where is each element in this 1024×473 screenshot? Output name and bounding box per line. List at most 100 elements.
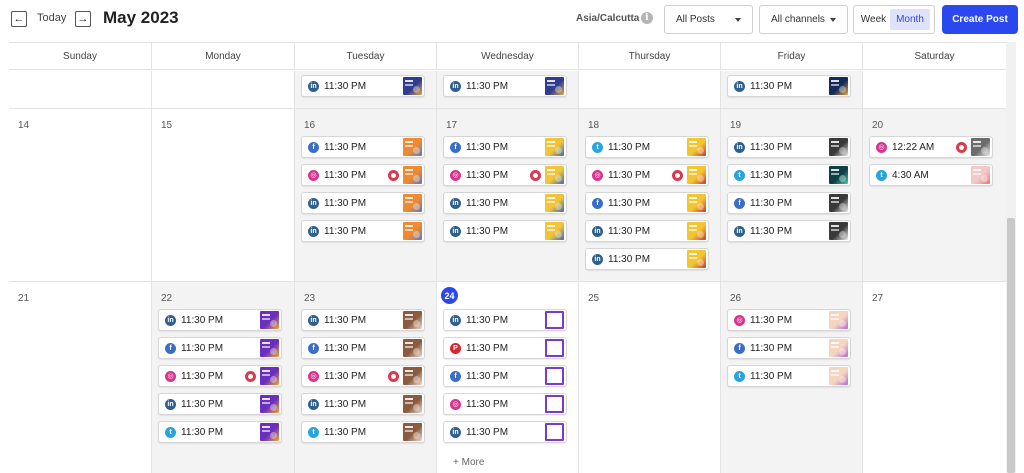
post-time: 11:30 PM <box>466 427 509 438</box>
scheduled-post-card[interactable]: f 11:30 PM <box>585 192 709 214</box>
channels-filter-select[interactable]: All channels <box>759 5 848 34</box>
post-thumbnail-image <box>829 311 848 329</box>
more-posts-link[interactable]: + More <box>453 457 484 468</box>
day-number: 25 <box>588 293 600 304</box>
day-cell[interactable]: in 11:30 PM <box>294 71 436 108</box>
day-cell[interactable] <box>151 71 294 108</box>
week-view-button[interactable]: Week <box>857 9 890 30</box>
create-post-button[interactable]: Create Post <box>942 5 1018 34</box>
post-time: 11:30 PM <box>608 170 651 181</box>
scheduled-post-card[interactable]: ◎ 12:22 AM <box>869 136 993 158</box>
vertical-scrollbar[interactable] <box>1006 42 1016 473</box>
scheduled-post-card[interactable]: t 4:30 AM <box>869 164 993 186</box>
scheduled-post-card[interactable]: ◎ 11:30 PM <box>443 164 567 186</box>
scheduled-post-card[interactable]: f 11:30 PM <box>158 337 282 359</box>
scheduled-post-card[interactable]: in 11:30 PM <box>443 309 567 331</box>
post-time: 11:30 PM <box>466 226 509 237</box>
scrollbar-thumb[interactable] <box>1007 218 1015 473</box>
scheduled-post-card[interactable]: in 11:30 PM <box>443 192 567 214</box>
month-view-button[interactable]: Month <box>890 9 930 30</box>
scheduled-post-card[interactable]: in 11:30 PM <box>727 136 851 158</box>
prev-month-button[interactable]: ← <box>11 11 27 27</box>
info-icon[interactable]: i <box>641 12 653 24</box>
scheduled-post-card[interactable]: ◎ 11:30 PM <box>443 393 567 415</box>
post-thumbnail-image <box>971 138 990 156</box>
scheduled-post-card[interactable]: in 11:30 PM <box>158 393 282 415</box>
scheduled-post-card[interactable]: t 11:30 PM <box>158 421 282 443</box>
scheduled-post-card[interactable]: f 11:30 PM <box>443 136 567 158</box>
posts-filter-select[interactable]: All Posts <box>664 5 753 34</box>
day-cell[interactable]: 14 <box>9 109 151 281</box>
pinterest-icon: P <box>450 343 461 354</box>
post-thumbnail-image <box>829 166 848 184</box>
day-cell[interactable]: 23 in 11:30 PM f 11:30 PM ◎ 11:30 PM in 11:30 PM… <box>294 282 436 473</box>
twitter-icon: t <box>734 170 745 181</box>
day-cell[interactable]: 20 ◎ 12:22 AM t 4:30 AM <box>862 109 1006 281</box>
scheduled-post-card[interactable]: ◎ 11:30 PM <box>585 164 709 186</box>
post-time: 11:30 PM <box>324 427 367 438</box>
scheduled-post-card[interactable]: in 11:30 PM <box>301 75 425 97</box>
scheduled-post-card[interactable]: in 11:30 PM <box>301 393 425 415</box>
day-cell[interactable]: 22 in 11:30 PM f 11:30 PM ◎ 11:30 PM in 11:30 PM… <box>151 282 294 473</box>
scheduled-post-card[interactable]: f 11:30 PM <box>443 365 567 387</box>
today-button[interactable]: Today <box>37 12 66 24</box>
scheduled-post-card[interactable]: in 11:30 PM <box>585 220 709 242</box>
day-cell[interactable]: in 11:30 PM <box>436 71 578 108</box>
day-cell[interactable] <box>862 71 1006 108</box>
post-time: 11:30 PM <box>466 198 509 209</box>
post-thumbnail-image <box>545 423 564 441</box>
scheduled-post-card[interactable]: t 11:30 PM <box>585 136 709 158</box>
post-time: 11:30 PM <box>750 81 793 92</box>
week-row: 14 15 16 f 11:30 PM ◎ 11:30 PM in 11:30 PM in 11:3… <box>9 109 1006 282</box>
scheduled-post-card[interactable]: in 11:30 PM <box>301 220 425 242</box>
twitter-icon: t <box>734 371 745 382</box>
post-time: 11:30 PM <box>466 81 509 92</box>
day-cell[interactable]: 25 <box>578 282 720 473</box>
scheduled-post-card[interactable]: f 11:30 PM <box>727 337 851 359</box>
day-cell[interactable]: 27 <box>862 282 1006 473</box>
scheduled-post-card[interactable]: in 11:30 PM <box>301 192 425 214</box>
scheduled-post-card[interactable]: t 11:30 PM <box>301 421 425 443</box>
day-number: 21 <box>18 293 30 304</box>
scheduled-post-card[interactable]: in 11:30 PM <box>443 75 567 97</box>
scheduled-post-card[interactable]: in 11:30 PM <box>443 220 567 242</box>
day-cell[interactable]: 16 f 11:30 PM ◎ 11:30 PM in 11:30 PM in 11:30 PM <box>294 109 436 281</box>
scheduled-post-card[interactable]: ◎ 11:30 PM <box>301 365 425 387</box>
day-cell[interactable]: 15 <box>151 109 294 281</box>
day-number: 22 <box>161 293 173 304</box>
day-cell[interactable]: 26 ◎ 11:30 PM f 11:30 PM t 11:30 PM <box>720 282 862 473</box>
day-cell[interactable]: 18 t 11:30 PM ◎ 11:30 PM f 11:30 PM in 11:30 PM i… <box>578 109 720 281</box>
linkedin-icon: in <box>450 81 461 92</box>
scheduled-post-card[interactable]: in 11:30 PM <box>727 220 851 242</box>
scheduled-post-card[interactable]: t 11:30 PM <box>727 365 851 387</box>
linkedin-icon: in <box>734 142 745 153</box>
scheduled-post-card[interactable]: f 11:30 PM <box>301 136 425 158</box>
day-number: 26 <box>730 293 742 304</box>
post-thumbnail-image <box>687 138 706 156</box>
scheduled-post-card[interactable]: in 11:30 PM <box>301 309 425 331</box>
scheduled-post-card[interactable]: in 11:30 PM <box>158 309 282 331</box>
scheduled-post-card[interactable]: f 11:30 PM <box>727 192 851 214</box>
scheduled-post-card[interactable]: in 11:30 PM <box>443 421 567 443</box>
scheduled-post-card[interactable]: ◎ 11:30 PM <box>727 309 851 331</box>
day-cell[interactable]: 21 <box>9 282 151 473</box>
weekday-header-row: Sunday Monday Tuesday Wednesday Thursday Frid… <box>9 43 1006 70</box>
day-cell[interactable]: in 11:30 PM <box>720 71 862 108</box>
day-cell[interactable] <box>9 71 151 108</box>
day-cell[interactable]: 17 f 11:30 PM ◎ 11:30 PM in 11:30 PM in 11:30 PM <box>436 109 578 281</box>
scheduled-post-card[interactable]: ◎ 11:30 PM <box>158 365 282 387</box>
linkedin-icon: in <box>734 81 745 92</box>
day-cell[interactable]: 19 in 11:30 PM t 11:30 PM f 11:30 PM in 11:30 PM <box>720 109 862 281</box>
day-number: 19 <box>730 120 742 131</box>
scheduled-post-card[interactable]: f 11:30 PM <box>301 337 425 359</box>
scheduled-post-card[interactable]: in 11:30 PM <box>727 75 851 97</box>
facebook-icon: f <box>308 343 319 354</box>
scheduled-post-card[interactable]: t 11:30 PM <box>727 164 851 186</box>
day-cell[interactable] <box>578 71 720 108</box>
scheduled-post-card[interactable]: ◎ 11:30 PM <box>301 164 425 186</box>
scheduled-post-card[interactable]: P 11:30 PM <box>443 337 567 359</box>
day-cell[interactable]: 24 in 11:30 PM P 11:30 PM f 11:30 PM ◎ 11:30 PM i… <box>436 282 578 473</box>
scheduled-post-card[interactable]: in 11:30 PM <box>585 248 709 270</box>
next-month-button[interactable]: → <box>75 11 91 27</box>
post-time: 4:30 AM <box>892 170 929 181</box>
